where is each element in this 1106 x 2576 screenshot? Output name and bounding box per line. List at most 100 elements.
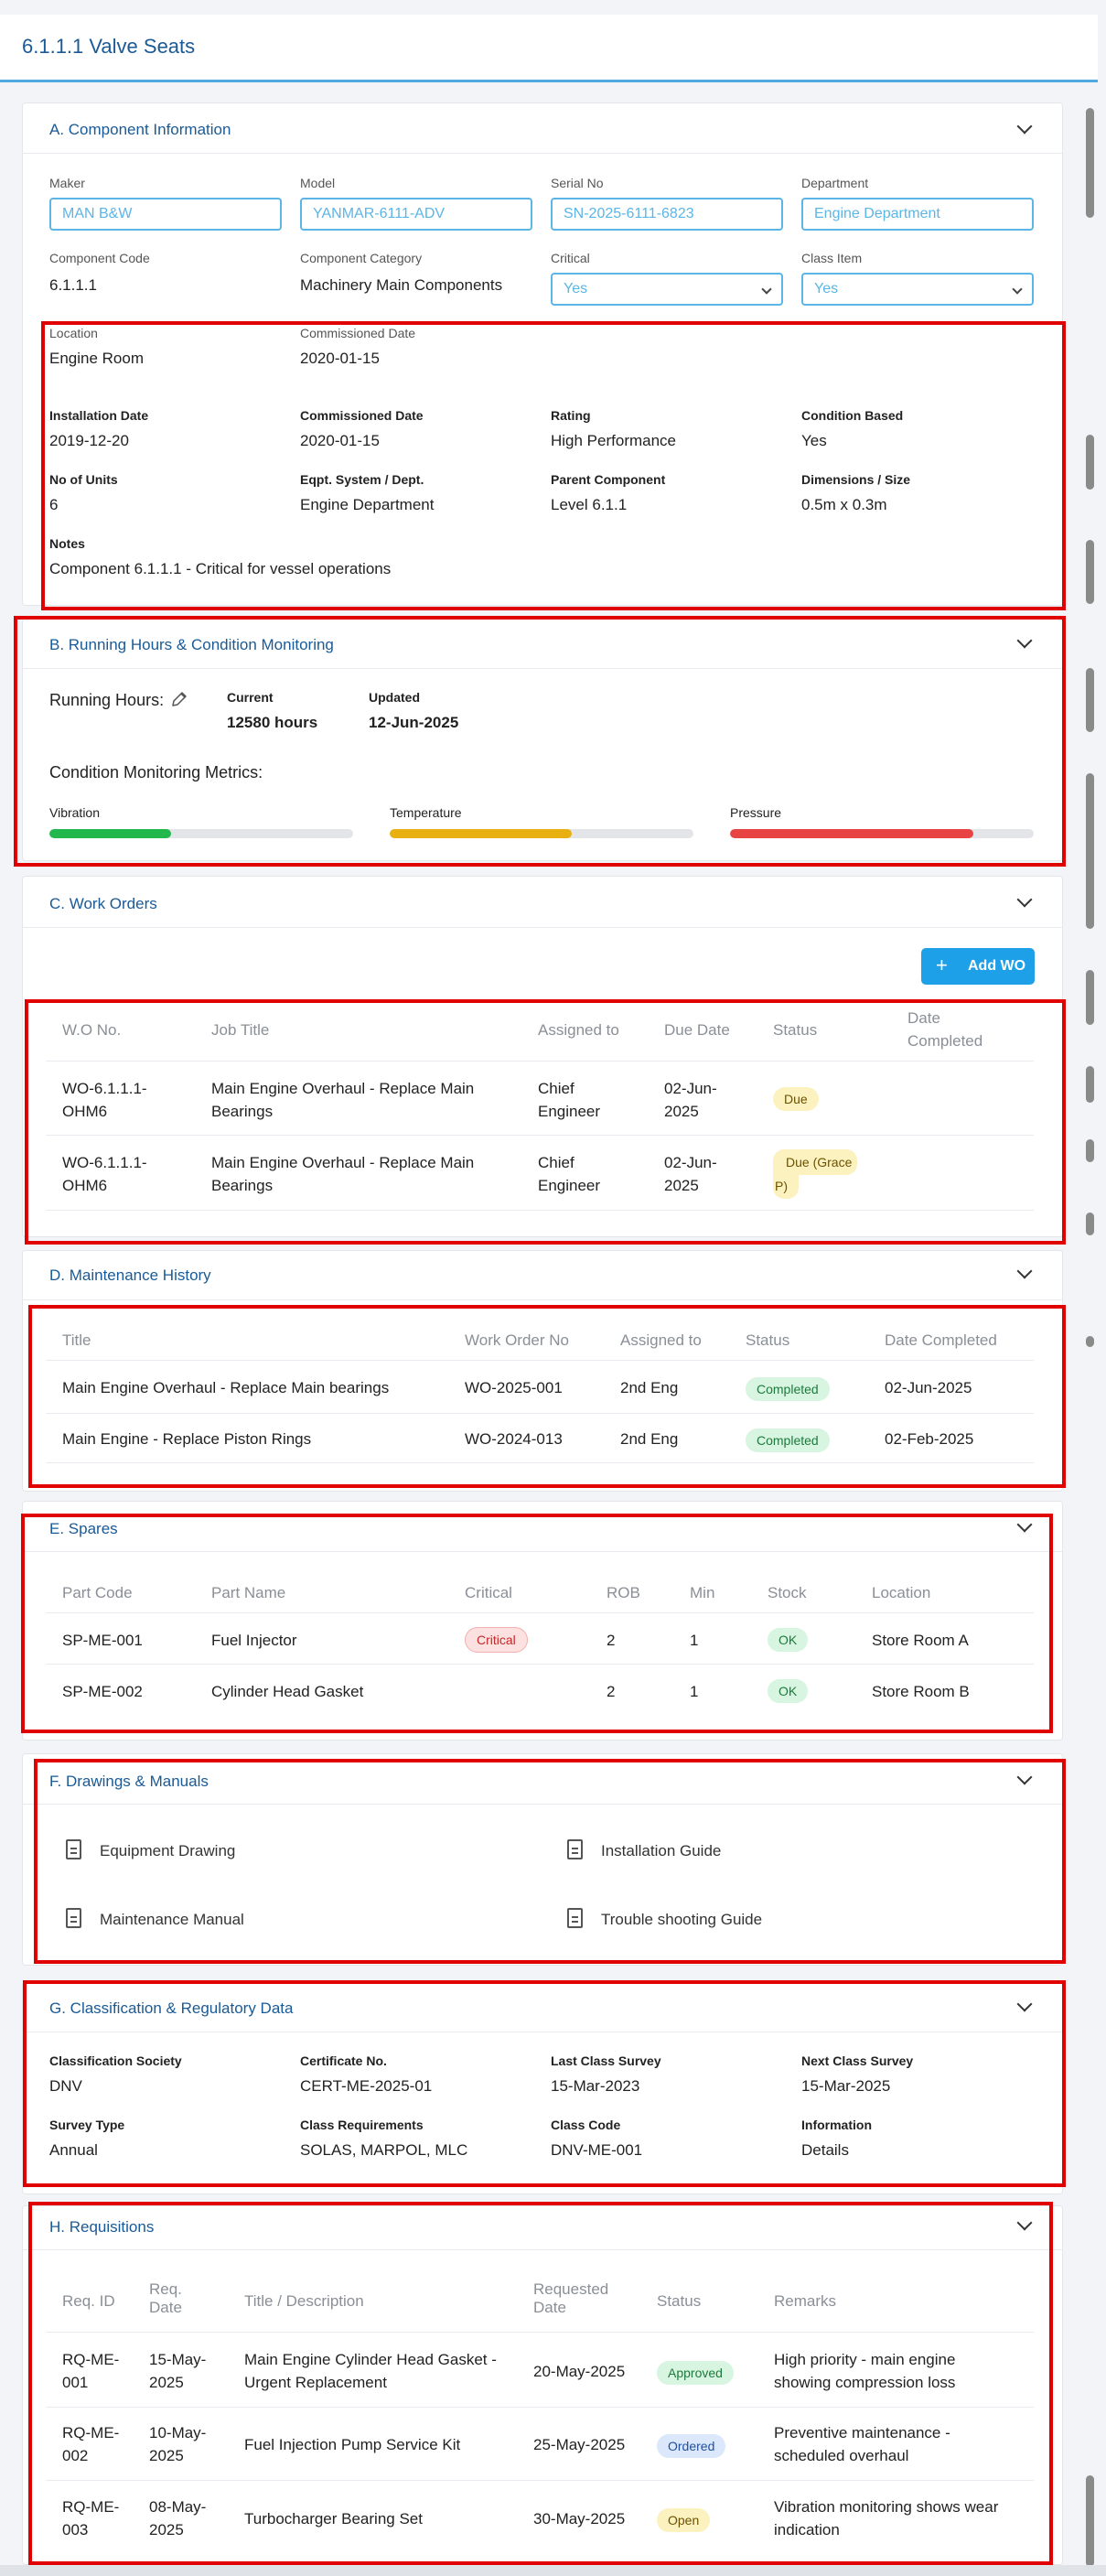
critical-header[interactable]: Critical (465, 1584, 512, 1602)
assigned-to-header[interactable]: Assigned to (538, 1021, 619, 1040)
scrollbar-thumb[interactable] (1086, 1139, 1094, 1162)
last-survey-label: Last Class Survey (551, 2053, 661, 2068)
scrollbar-thumb[interactable] (1086, 773, 1094, 929)
job-title-header[interactable]: Job Title (211, 1021, 269, 1040)
spares-title[interactable]: E. Spares (49, 1520, 118, 1538)
title-description-header[interactable]: Title / Description (244, 2292, 364, 2311)
location-value: Store Room B (872, 1683, 970, 1700)
min-header[interactable]: Min (690, 1584, 714, 1602)
scrollbar-thumb[interactable] (1086, 1336, 1094, 1347)
history-date: 02-Jun-2025 (885, 1379, 972, 1396)
serial-field[interactable] (551, 198, 783, 231)
divider (22, 153, 1063, 154)
req-id[interactable]: RQ-ME- 003 (62, 2495, 119, 2541)
work-order-no-header[interactable]: Work Order No (465, 1331, 569, 1350)
maintenance-manual-link[interactable]: Maintenance Manual (64, 1906, 448, 1934)
updated-value: 12-Jun-2025 (369, 714, 459, 731)
scrollbar-thumb[interactable] (1086, 1213, 1094, 1235)
wo-number[interactable]: WO-6.1.1.1- OHM6 (62, 1151, 147, 1197)
req-date-header[interactable]: Req. Date (149, 2280, 182, 2317)
certificate-value: CERT-ME-2025-01 (300, 2077, 433, 2095)
wo-no-header[interactable]: W.O No. (62, 1021, 121, 1040)
notes-label: Notes (49, 536, 85, 551)
status-badge: Approved (657, 2361, 734, 2385)
work-orders-title[interactable]: C. Work Orders (49, 895, 157, 913)
scrollbar-thumb[interactable] (1086, 668, 1094, 732)
information-details-link[interactable]: Details (801, 2141, 849, 2160)
history-wo[interactable]: WO-2025-001 (465, 1376, 563, 1399)
wo-number[interactable]: WO-6.1.1.1- OHM6 (62, 1077, 147, 1123)
document-icon (567, 1908, 583, 1928)
temperature-label: Temperature (390, 805, 462, 820)
requested-date-header[interactable]: Requested Date (533, 2280, 608, 2317)
notes-value: Component 6.1.1.1 - Critical for vessel … (49, 560, 392, 577)
parent-component-value: Level 6.1.1 (551, 496, 628, 513)
add-wo-button[interactable]: + Add WO (921, 948, 1035, 985)
scrollbar-thumb[interactable] (1086, 2475, 1094, 2567)
scrollbar-thumb[interactable] (1086, 108, 1094, 218)
scrollbar-thumb[interactable] (1086, 970, 1094, 1025)
troubleshooting-guide-link[interactable]: Trouble shooting Guide (565, 1906, 950, 1934)
temperature-meter (390, 829, 693, 838)
due-date-header[interactable]: Due Date (664, 1021, 730, 1040)
maker-field[interactable] (49, 198, 282, 231)
date-completed-header[interactable]: Date Completed (885, 1331, 997, 1350)
information-label: Information (801, 2118, 872, 2132)
certificate-label: Certificate No. (300, 2053, 387, 2068)
class-requirements-value: SOLAS, MARPOL, MLC (300, 2141, 468, 2159)
units-label: No of Units (49, 472, 118, 487)
maintenance-history-title[interactable]: D. Maintenance History (49, 1266, 211, 1285)
rob-value: 2 (607, 1683, 616, 1700)
requested-date: 30-May-2025 (533, 2510, 626, 2527)
req-id[interactable]: RQ-ME- 001 (62, 2348, 119, 2394)
scrollbar-thumb[interactable] (1086, 540, 1094, 604)
model-label: Model (300, 176, 336, 190)
component-info-title[interactable]: A. Component Information (49, 121, 231, 139)
part-code[interactable]: SP-ME-002 (62, 1680, 143, 1703)
part-name-header[interactable]: Part Name (211, 1584, 285, 1602)
rob-header[interactable]: ROB (607, 1584, 640, 1602)
pencil-icon[interactable] (170, 690, 188, 708)
drawings-title[interactable]: F. Drawings & Manuals (49, 1773, 209, 1791)
requisitions-title[interactable]: H. Requisitions (49, 2218, 154, 2236)
status-badge: Open (657, 2508, 711, 2532)
department-field[interactable] (801, 198, 1034, 231)
model-field[interactable] (300, 198, 532, 231)
stock-badge: OK (768, 1679, 809, 1703)
equipment-drawing-link[interactable]: Equipment Drawing (64, 1838, 448, 1865)
classification-society-value: DNV (49, 2077, 82, 2095)
class-item-select[interactable]: Yes (801, 273, 1034, 306)
running-hours-title[interactable]: B. Running Hours & Condition Monitoring (49, 636, 334, 654)
installation-guide-link[interactable]: Installation Guide (565, 1838, 950, 1865)
commissioned-date-value: 2020-01-15 (300, 432, 380, 449)
part-code-header[interactable]: Part Code (62, 1584, 133, 1602)
stock-header[interactable]: Stock (768, 1584, 807, 1602)
scrollbar-thumb[interactable] (1086, 435, 1094, 490)
status-header[interactable]: Status (773, 1021, 817, 1040)
scrollbar-thumb[interactable] (1086, 1066, 1094, 1103)
status-header[interactable]: Status (657, 2292, 701, 2311)
location-header[interactable]: Location (872, 1584, 930, 1602)
part-code[interactable]: SP-ME-001 (62, 1629, 143, 1652)
condition-based-label: Condition Based (801, 408, 904, 423)
date-completed-header[interactable]: Date (907, 1009, 940, 1028)
classification-title[interactable]: G. Classification & Regulatory Data (49, 1999, 293, 2018)
status-badge: Completed (746, 1377, 830, 1401)
history-wo[interactable]: WO-2024-013 (465, 1428, 563, 1450)
installation-date-value: 2019-12-20 (49, 432, 129, 449)
next-survey-label: Next Class Survey (801, 2053, 914, 2068)
status-header[interactable]: Status (746, 1331, 789, 1350)
remarks-header[interactable]: Remarks (774, 2292, 836, 2311)
req-id-header[interactable]: Req. ID (62, 2292, 115, 2311)
divider (46, 1664, 1034, 1665)
req-id[interactable]: RQ-ME- 002 (62, 2421, 119, 2467)
title-header[interactable]: Title (62, 1331, 91, 1350)
pressure-meter (730, 829, 1034, 838)
maintenance-history-panel (22, 1250, 1063, 1492)
temperature-meter-fill (390, 829, 573, 838)
updated-label: Updated (369, 690, 420, 705)
critical-select[interactable]: Yes (551, 273, 783, 306)
assigned-to-header[interactable]: Assigned to (620, 1331, 702, 1350)
plus-icon: + (936, 954, 948, 976)
scrollbar[interactable] (1082, 101, 1097, 2576)
